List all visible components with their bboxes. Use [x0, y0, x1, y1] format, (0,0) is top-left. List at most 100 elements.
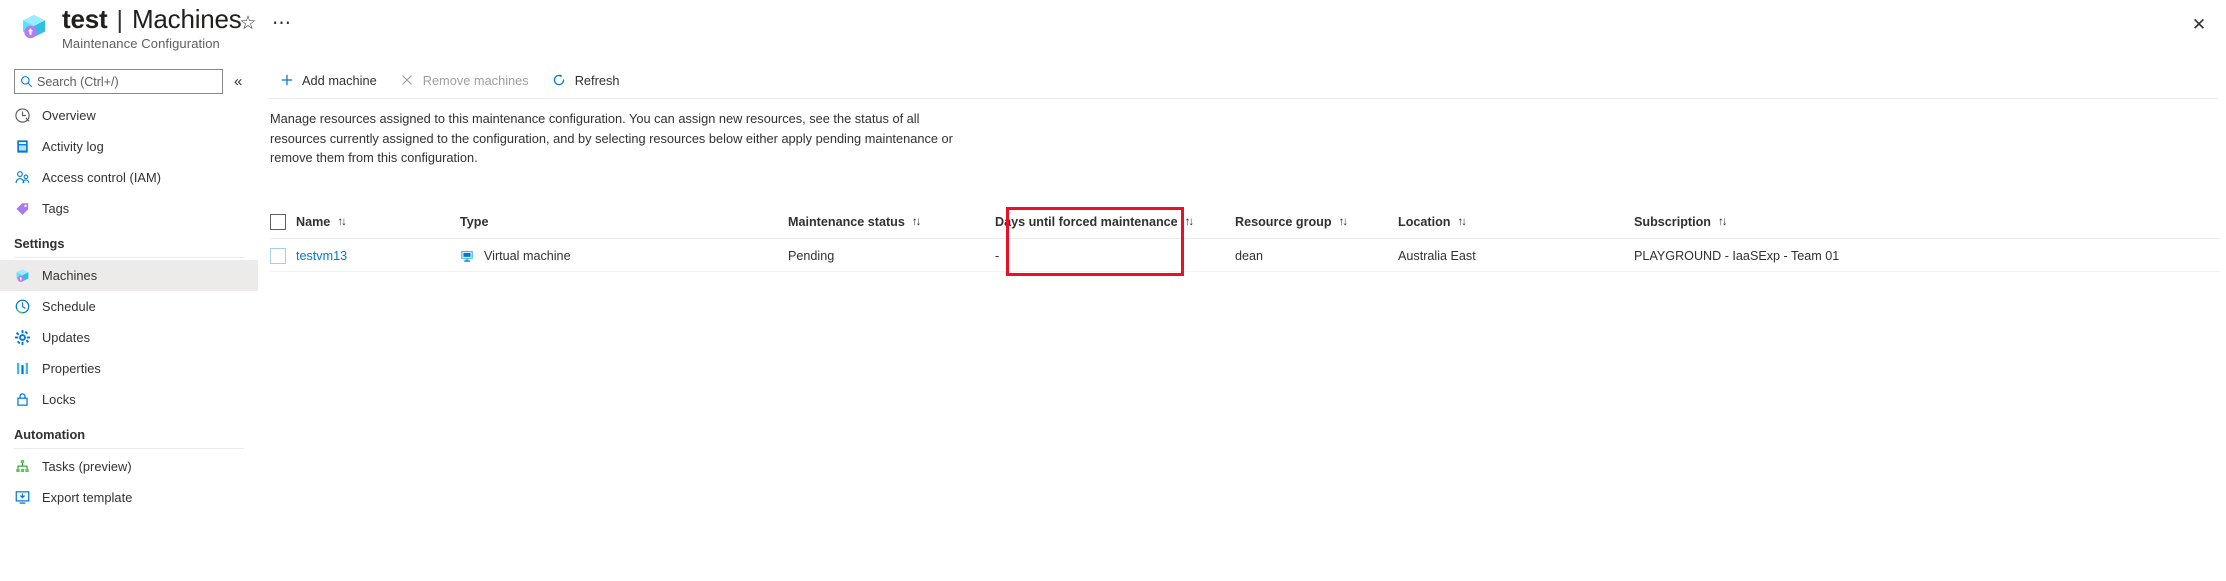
- select-all-checkbox-cell[interactable]: [270, 205, 286, 239]
- sidebar-section-automation: Automation: [14, 427, 86, 442]
- sidebar-nav: Overview Activity log Access control (IA…: [0, 100, 258, 513]
- sidebar-item-label: Overview: [42, 108, 96, 123]
- page-description: Manage resources assigned to this mainte…: [270, 111, 953, 165]
- export-template-icon: [14, 489, 38, 507]
- sort-arrows-icon: ↑↓: [1457, 216, 1466, 228]
- sidebar-item-label: Export template: [42, 490, 133, 505]
- tags-icon: [14, 200, 38, 218]
- virtual-machine-icon: [460, 249, 478, 263]
- sidebar-item-activity-log[interactable]: Activity log: [0, 131, 258, 162]
- sort-arrows-icon: ↑↓: [1338, 216, 1348, 228]
- column-header-label: Days until forced maintenance: [995, 215, 1178, 229]
- cell-location: Australia East: [1398, 248, 1476, 263]
- column-header-type[interactable]: Type: [460, 205, 488, 239]
- cell-type-label: Virtual machine: [484, 248, 571, 263]
- page-subtitle-name: Machines: [131, 4, 242, 34]
- select-all-checkbox[interactable]: [270, 214, 286, 230]
- column-header-label: Resource group: [1235, 215, 1332, 229]
- row-checkbox[interactable]: [270, 247, 286, 264]
- column-header-label: Type: [460, 215, 489, 229]
- sidebar-divider: [14, 448, 244, 449]
- toolbar-button-label: Remove machines: [422, 72, 529, 88]
- sidebar-search-row: «: [0, 66, 258, 100]
- toolbar-button-label: Refresh: [574, 72, 620, 88]
- sidebar-item-properties[interactable]: Properties: [0, 353, 258, 384]
- sidebar-item-locks[interactable]: Locks: [0, 384, 258, 415]
- column-header-location[interactable]: Location ↑↓: [1398, 205, 1467, 239]
- cell-type: Virtual machine: [460, 239, 571, 272]
- sidebar-item-updates[interactable]: Updates: [0, 322, 258, 353]
- maintenance-configuration-icon: [18, 10, 50, 42]
- refresh-icon: [549, 73, 570, 87]
- sidebar-item-tags[interactable]: Tags: [0, 193, 258, 224]
- column-header-subscription[interactable]: Subscription ↑↓: [1634, 205, 1727, 239]
- resource-type-label: Maintenance Configuration: [62, 36, 220, 51]
- sidebar-item-label: Machines: [42, 268, 98, 283]
- properties-icon: [14, 360, 38, 378]
- main-content: Add machine Remove machines Refresh Mana…: [258, 62, 2226, 581]
- sidebar-item-tasks[interactable]: Tasks (preview): [0, 451, 258, 482]
- refresh-button[interactable]: Refresh: [543, 65, 630, 95]
- remove-machines-button: Remove machines: [391, 65, 539, 95]
- sort-arrows-icon: ↑↓: [911, 216, 921, 228]
- access-control-icon: [14, 169, 38, 187]
- row-checkbox-cell[interactable]: [270, 239, 286, 272]
- column-header-label: Name: [296, 215, 331, 229]
- sidebar-item-label: Tags: [42, 201, 70, 216]
- cell-maintenance-status: Pending: [788, 248, 835, 263]
- page-title-block: test | Machines Maintenance Configuratio…: [62, 4, 242, 51]
- column-header-resource-group[interactable]: Resource group ↑↓: [1235, 205, 1348, 239]
- favorite-star-icon[interactable]: ☆: [236, 11, 260, 35]
- sort-arrows-icon: ↑↓: [337, 216, 346, 228]
- sidebar-item-export-template[interactable]: Export template: [0, 482, 258, 513]
- sidebar-item-label: Tasks (preview): [42, 459, 132, 474]
- column-header-maintenance-status[interactable]: Maintenance status ↑↓: [788, 205, 921, 239]
- activity-log-icon: [14, 138, 38, 156]
- column-header-label: Maintenance status: [788, 215, 905, 229]
- page-title: test: [62, 4, 108, 34]
- blade-sidebar: « Overview Activity log: [0, 62, 258, 581]
- cell-resource-group: dean: [1235, 248, 1264, 263]
- title-separator: |: [116, 6, 123, 34]
- close-icon[interactable]: ✕: [2184, 10, 2214, 40]
- overview-icon: [14, 107, 38, 125]
- machine-name-link[interactable]: testvm13: [296, 249, 347, 263]
- sort-arrows-icon: ↑↓: [1184, 216, 1194, 228]
- cell-name[interactable]: testvm13: [296, 239, 347, 272]
- sidebar-item-label: Properties: [42, 361, 101, 376]
- sort-arrows-icon: ↑↓: [1717, 216, 1727, 228]
- locks-icon: [14, 391, 38, 409]
- sidebar-section-settings: Settings: [14, 236, 65, 251]
- search-box[interactable]: [14, 69, 223, 94]
- cell-days-until-forced-maintenance: -: [995, 248, 1000, 263]
- sidebar-divider: [14, 257, 244, 258]
- table-row[interactable]: testvm13 Virtual machine Pending - dean …: [270, 239, 2220, 272]
- sidebar-item-machines[interactable]: Machines: [0, 260, 258, 291]
- more-options-icon[interactable]: ⋯: [270, 11, 294, 35]
- collapse-sidebar-icon[interactable]: «: [234, 72, 242, 91]
- sidebar-item-overview[interactable]: Overview: [0, 100, 258, 131]
- column-header-days-until-forced-maintenance[interactable]: Days until forced maintenance ↑↓: [995, 205, 1194, 239]
- toolbar-button-label: Add machine: [302, 72, 377, 88]
- machines-icon: [14, 267, 38, 285]
- column-header-label: Location: [1398, 215, 1451, 229]
- sidebar-item-access-control[interactable]: Access control (IAM): [0, 162, 258, 193]
- cell-subscription: PLAYGROUND - IaaSExp - Team 01: [1634, 248, 1840, 263]
- toolbar-divider: [268, 98, 2218, 99]
- sidebar-item-label: Access control (IAM): [42, 170, 162, 185]
- tasks-icon: [14, 458, 38, 476]
- sidebar-item-label: Activity log: [42, 139, 104, 154]
- sidebar-item-schedule[interactable]: Schedule: [0, 291, 258, 322]
- search-icon: [15, 75, 37, 88]
- cross-icon: [397, 73, 418, 87]
- blade-header: test | Machines Maintenance Configuratio…: [0, 0, 2226, 62]
- table-header-row: Name ↑↓ Type Maintenance status ↑↓ Days …: [270, 205, 2220, 239]
- column-header-label: Subscription: [1634, 215, 1711, 229]
- machines-table: Name ↑↓ Type Maintenance status ↑↓ Days …: [270, 205, 2220, 272]
- schedule-icon: [14, 298, 38, 316]
- column-header-name[interactable]: Name ↑↓: [296, 205, 347, 239]
- sidebar-item-label: Schedule: [42, 299, 96, 314]
- sidebar-item-label: Updates: [42, 330, 91, 345]
- add-machine-button[interactable]: Add machine: [270, 65, 387, 95]
- search-input[interactable]: [37, 74, 217, 89]
